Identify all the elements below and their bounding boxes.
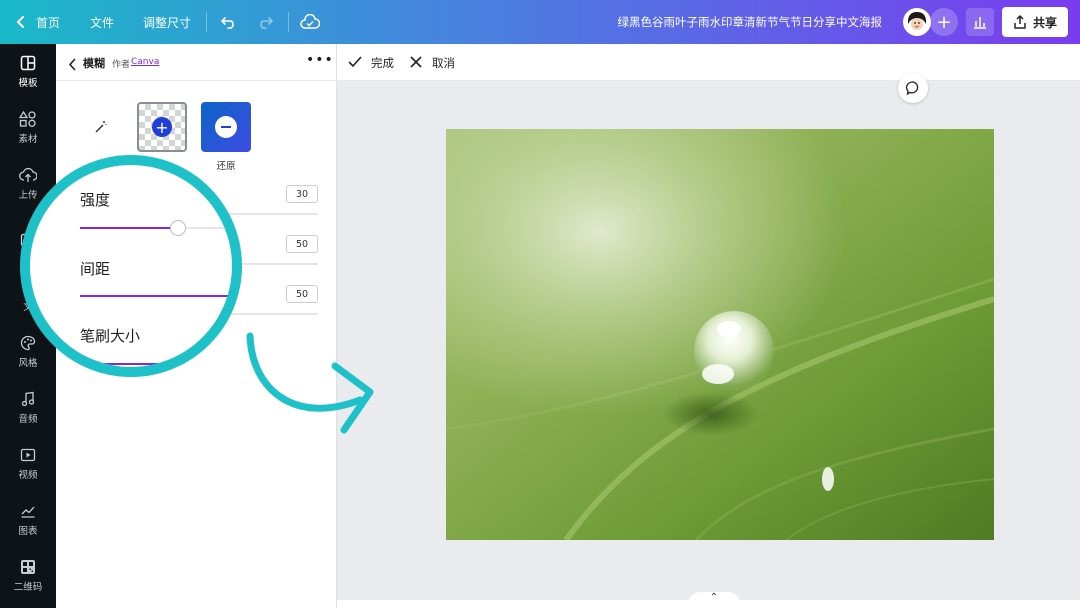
cancel-label[interactable]: 取消	[432, 55, 455, 71]
undo-icon	[221, 17, 234, 29]
layout-icon	[20, 55, 36, 71]
avatar[interactable]	[903, 8, 931, 36]
author-prefix: 作者	[112, 60, 131, 70]
expand-pages-button[interactable]: ⌃	[688, 592, 740, 608]
comment-plus-icon	[905, 81, 919, 96]
sidebar-item-label: 视频	[18, 470, 38, 481]
shapes-icon	[19, 111, 36, 127]
share-label: 共享	[1032, 15, 1057, 30]
spacing-label: 间距	[80, 260, 111, 278]
sidebar-item-label: 图表	[18, 526, 38, 537]
video-icon	[20, 448, 36, 462]
sidebar-item-videos[interactable]: 视频	[0, 440, 56, 488]
brush-size-value[interactable]: 50	[286, 285, 318, 303]
sidebar-item-label: 音频	[18, 414, 38, 425]
panel-header: 模糊 作者 Canva •••	[56, 44, 337, 81]
leaf-photo[interactable]	[446, 129, 994, 540]
document-title[interactable]: 绿黑色谷雨叶子雨水印章清新节气节日分享中文海报	[618, 0, 883, 44]
file-menu-button[interactable]: 文件	[90, 0, 114, 44]
leaf-waterdrop-image	[446, 129, 994, 540]
chart-icon	[21, 506, 35, 518]
spacing-value[interactable]: 50	[286, 235, 318, 253]
file-label: 文件	[90, 15, 115, 30]
music-icon	[21, 391, 35, 407]
curved-arrow-icon	[246, 332, 374, 434]
add-blur-tool[interactable]: +	[137, 102, 187, 152]
restore-icon	[215, 116, 237, 138]
redo-icon	[260, 17, 273, 29]
undo-button[interactable]	[220, 0, 238, 44]
magnifier-callout: 强度 间距 笔刷大小	[20, 155, 242, 377]
upload-icon	[1014, 15, 1026, 29]
home-button[interactable]: 首页	[16, 0, 60, 44]
sidebar-item-charts[interactable]: 图表	[0, 496, 56, 544]
cloud-check-icon	[300, 14, 320, 29]
canvas-action-bar: 完成 取消	[337, 44, 1080, 81]
save-status-button[interactable]	[300, 0, 320, 44]
brush-size-label: 笔刷大小	[80, 327, 141, 345]
sidebar-item-templates[interactable]: 模板	[0, 48, 56, 96]
share-button[interactable]: 共享	[1002, 7, 1068, 37]
top-toolbar: 首页 文件 调整尺寸 绿黑色谷雨叶子雨水印章清新节气节日分享中文海报 + 共享	[0, 0, 1080, 44]
qrcode-icon	[21, 560, 35, 574]
avatar-face-icon	[905, 10, 929, 34]
author-link[interactable]: Canva	[131, 57, 159, 67]
bar-chart-icon	[974, 17, 986, 29]
chevron-up-icon: ⌃	[709, 592, 719, 603]
cancel-button[interactable]	[410, 56, 422, 71]
invite-button[interactable]: +	[930, 8, 958, 36]
auto-focus-tool[interactable]	[76, 102, 126, 152]
done-button[interactable]	[348, 56, 362, 71]
more-options-icon[interactable]: •••	[306, 52, 334, 68]
insights-button[interactable]	[966, 8, 994, 36]
strength-fill	[80, 227, 170, 229]
sidebar-item-qrcode[interactable]: 二维码	[0, 552, 56, 600]
resize-button[interactable]: 调整尺寸	[143, 0, 191, 44]
panel-title: 模糊	[83, 57, 105, 70]
sidebar-item-label: 二维码	[13, 582, 43, 593]
done-label[interactable]: 完成	[371, 55, 394, 71]
resize-label: 调整尺寸	[143, 15, 192, 30]
brush-size-fill	[80, 363, 200, 365]
strength-value[interactable]: 30	[286, 185, 318, 203]
strength-label: 强度	[80, 191, 111, 209]
check-icon	[348, 56, 362, 68]
sidebar-item-label: 素材	[18, 134, 38, 145]
sidebar-item-label: 模板	[18, 78, 38, 89]
back-button[interactable]	[68, 56, 77, 75]
toolbar-divider	[206, 12, 207, 32]
comment-button[interactable]	[898, 73, 928, 103]
redo-button[interactable]	[256, 0, 274, 44]
spacing-fill	[80, 295, 230, 297]
plus-icon: +	[936, 11, 952, 33]
home-label: 首页	[36, 15, 61, 30]
magic-wand-icon	[95, 121, 107, 133]
add-blur-icon: +	[152, 117, 172, 137]
toolbar-divider	[288, 12, 289, 32]
restore-tool[interactable]	[201, 102, 251, 152]
sidebar-item-elements[interactable]: 素材	[0, 104, 56, 152]
chevron-left-icon	[68, 58, 76, 71]
sidebar-item-audio[interactable]: 音频	[0, 384, 56, 432]
chevron-left-icon	[16, 16, 24, 28]
close-icon	[410, 56, 422, 68]
strength-handle[interactable]	[170, 220, 186, 236]
